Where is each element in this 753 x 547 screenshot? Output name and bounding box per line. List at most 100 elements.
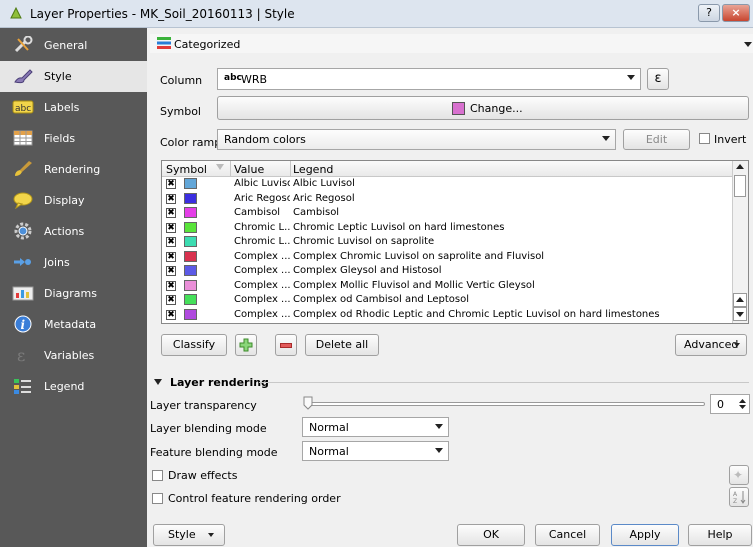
layer-blending-select[interactable]: Normal [302, 417, 449, 437]
sidebar-item-legend[interactable]: Legend [0, 371, 147, 402]
sidebar-item-style[interactable]: Style [0, 61, 147, 92]
row-checkbox[interactable]: ✖ [166, 237, 176, 247]
brush-icon [12, 67, 34, 85]
remove-class-button[interactable] [275, 334, 297, 356]
sidebar-item-rendering[interactable]: Rendering [0, 154, 147, 185]
table-row[interactable]: ✖ Complex ... Complex Mollic Fluvisol and … [162, 279, 734, 294]
table-row[interactable]: ✖ Chromic L... Chromic Leptic Luvisol on h… [162, 221, 734, 236]
sidebar-item-label: Legend [44, 380, 85, 393]
symbol-swatch[interactable] [184, 221, 197, 233]
symbol-swatch[interactable] [184, 279, 197, 291]
row-value: Cambisol [234, 207, 281, 218]
expression-button[interactable]: ε [647, 68, 669, 90]
row-checkbox[interactable]: ✖ [166, 295, 176, 305]
invert-checkbox[interactable] [699, 133, 710, 144]
symbol-swatch[interactable] [184, 178, 197, 189]
scroll-up-icon[interactable] [736, 164, 744, 169]
style-menu-button[interactable]: Style [153, 524, 225, 546]
ok-label: OK [483, 528, 499, 541]
symbol-swatch[interactable] [184, 308, 197, 320]
table-row[interactable]: ✖ Complex ... Complex Gleysol and Histosol [162, 264, 734, 279]
row-checkbox[interactable]: ✖ [166, 266, 176, 276]
close-window-button[interactable]: × [722, 4, 750, 22]
scroll-thumb[interactable] [734, 175, 746, 197]
header-value[interactable]: Value [234, 163, 264, 176]
effects-settings-button[interactable]: ✦ [729, 465, 749, 485]
collapse-arrow-icon[interactable] [154, 379, 162, 385]
scroll-down-arrows-icon[interactable] [733, 293, 747, 321]
sidebar-item-metadata[interactable]: i Metadata [0, 309, 147, 340]
help-window-label: ? [706, 6, 712, 19]
symbol-label: Symbol [160, 105, 201, 118]
table-row[interactable]: ✖ Aric Regosol Aric Regosol [162, 192, 734, 207]
table-row[interactable]: ✖ Complex ... Complex Chromic Luvisol on s… [162, 250, 734, 265]
cancel-button[interactable]: Cancel [535, 524, 600, 546]
chevron-down-icon [627, 75, 635, 80]
table-row[interactable]: ✖ Complex ... Complex od Rhodic Leptic and… [162, 308, 734, 323]
row-checkbox[interactable]: ✖ [166, 179, 176, 189]
help-button[interactable]: Help [688, 524, 752, 546]
row-value: Complex ... [234, 308, 290, 320]
edit-ramp-button[interactable]: Edit [623, 129, 690, 150]
symbol-swatch[interactable] [184, 236, 197, 247]
categories-table[interactable]: Symbol Value Legend ✖ Albic Luvisol Albic … [161, 160, 749, 324]
layer-rendering-title[interactable]: Layer rendering [170, 376, 269, 389]
transparency-spinbox[interactable]: 0 [710, 394, 750, 414]
row-checkbox[interactable]: ✖ [166, 309, 176, 320]
row-checkbox[interactable]: ✖ [166, 251, 176, 262]
order-settings-button[interactable]: AZ [729, 487, 749, 507]
transparency-label: Layer transparency [150, 399, 257, 412]
sidebar-item-variables[interactable]: ε Variables [0, 340, 147, 371]
header-symbol[interactable]: Symbol [166, 163, 207, 176]
feature-blending-select[interactable]: Normal [302, 441, 449, 461]
sidebar-item-general[interactable]: General [0, 30, 147, 61]
renderer-select[interactable]: Categorized [150, 34, 753, 53]
sidebar-item-label: General [44, 39, 88, 52]
color-ramp-select[interactable]: Random colors [217, 129, 616, 150]
add-class-button[interactable] [235, 334, 257, 356]
ok-button[interactable]: OK [457, 524, 525, 546]
table-row[interactable]: ✖ Chromic L... Chromic Luvisol on saprolit… [162, 235, 734, 250]
row-value: Albic Luvisol [234, 178, 290, 189]
row-checkbox[interactable]: ✖ [166, 193, 176, 204]
advanced-button[interactable]: Advanced [675, 334, 747, 356]
row-checkbox[interactable]: ✖ [166, 280, 176, 291]
transparency-slider-handle[interactable] [303, 396, 313, 410]
symbol-swatch[interactable] [184, 294, 197, 305]
sidebar-item-actions[interactable]: Actions [0, 216, 147, 247]
symbol-swatch[interactable] [184, 250, 197, 262]
table-row[interactable]: ✖ Albic Luvisol Albic Luvisol [162, 177, 734, 192]
help-window-button[interactable]: ? [698, 4, 720, 22]
control-order-checkbox[interactable] [152, 493, 163, 504]
row-checkbox[interactable]: ✖ [166, 208, 176, 218]
symbol-swatch[interactable] [184, 207, 197, 218]
row-checkbox[interactable]: ✖ [166, 222, 176, 233]
apply-button[interactable]: Apply [611, 524, 679, 546]
sort-indicator-icon [216, 164, 224, 170]
sidebar-item-labels[interactable]: abc Labels [0, 92, 147, 123]
minus-icon [280, 343, 292, 348]
column-select[interactable]: abc WRB [217, 68, 641, 90]
classify-button[interactable]: Classify [161, 334, 227, 356]
change-symbol-label: Change... [470, 102, 523, 115]
symbol-swatch[interactable] [184, 265, 197, 276]
svg-text:i: i [21, 318, 26, 332]
sidebar-item-fields[interactable]: Fields [0, 123, 147, 154]
table-scrollbar[interactable] [732, 161, 748, 323]
transparency-slider[interactable] [305, 402, 705, 406]
symbol-swatch[interactable] [184, 192, 197, 204]
draw-effects-checkbox[interactable] [152, 470, 163, 481]
header-separator [290, 161, 291, 176]
column-value: WRB [241, 73, 268, 86]
sidebar-item-diagrams[interactable]: Diagrams [0, 278, 147, 309]
sidebar-item-display[interactable]: Display [0, 185, 147, 216]
table-row[interactable]: ✖ Cambisol Cambisol [162, 206, 734, 221]
delete-all-button[interactable]: Delete all [305, 334, 379, 356]
row-legend: Complex od Rhodic Leptic and Chromic Lep… [293, 308, 660, 320]
draw-effects-label: Draw effects [168, 469, 238, 482]
sidebar-item-joins[interactable]: Joins [0, 247, 147, 278]
header-legend[interactable]: Legend [293, 163, 333, 176]
spin-arrows-icon[interactable] [738, 397, 747, 411]
change-symbol-button[interactable]: Change... [217, 96, 749, 120]
table-row[interactable]: ✖ Complex ... Complex od Cambisol and Lept… [162, 293, 734, 308]
